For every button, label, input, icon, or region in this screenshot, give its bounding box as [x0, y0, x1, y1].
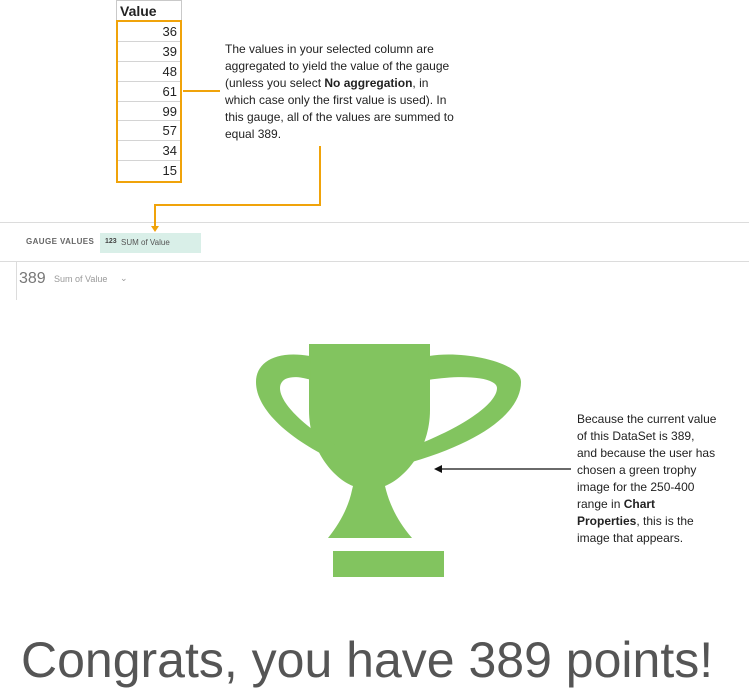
illustration-layer [151, 90, 571, 577]
trophy-icon [256, 344, 521, 577]
arrow-head-orange [151, 226, 159, 232]
arrow-head-black [434, 465, 442, 473]
callout-connector-orange [154, 90, 321, 226]
congrats-message: Congrats, you have 389 points! [21, 632, 714, 688]
trophy-note: Because the current value of this DataSe… [577, 411, 717, 547]
